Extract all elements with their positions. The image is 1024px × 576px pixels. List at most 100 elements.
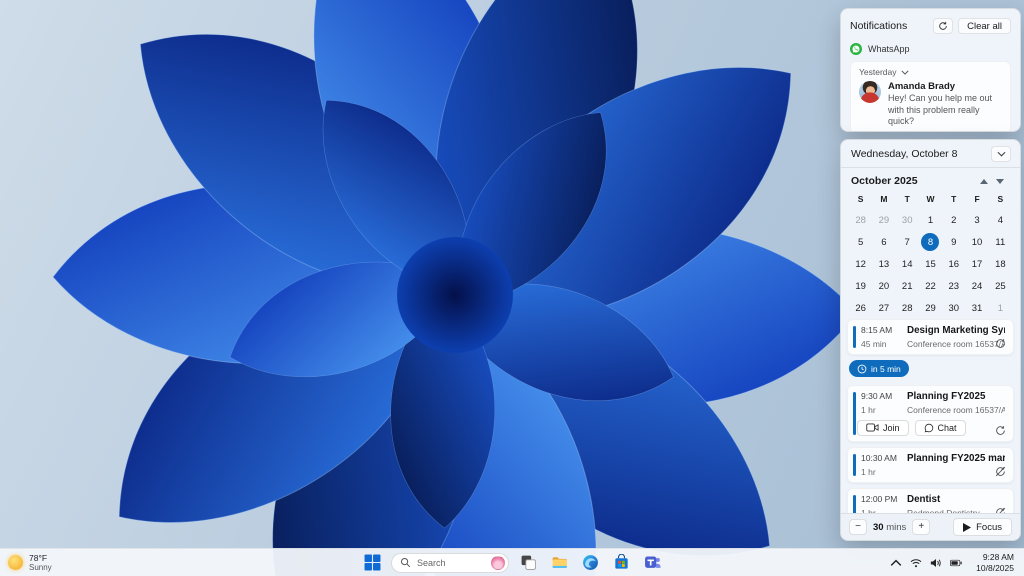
notification-app-group[interactable]: WhatsApp (850, 42, 1011, 55)
tray-wifi-button[interactable] (907, 553, 925, 573)
task-view-icon (520, 554, 537, 571)
duration-decrease-button[interactable]: − (849, 519, 867, 535)
notification-message: Hey! Can you help me out with this probl… (888, 93, 993, 126)
weather-temp: 78°F (29, 552, 48, 563)
calendar-footer: − 30 mins + Focus (841, 513, 1020, 540)
calendar-day[interactable]: 24 (965, 275, 988, 297)
focus-button[interactable]: Focus (953, 518, 1012, 536)
calendar-next-month-button[interactable] (992, 175, 1008, 187)
taskbar-task-view-button[interactable] (516, 551, 540, 575)
taskbar-store-button[interactable] (609, 551, 633, 575)
calendar-day[interactable]: 16 (942, 253, 965, 275)
event-time: 12:00 PM (861, 493, 898, 504)
tray-chevron-up-button[interactable] (887, 553, 905, 573)
calendar-day[interactable]: 5 (849, 231, 872, 253)
chat-button[interactable]: Chat (914, 419, 966, 436)
clear-all-button[interactable]: Clear all (958, 18, 1011, 34)
event-duration: 1 hr (861, 466, 876, 477)
taskbar-teams-button[interactable] (640, 551, 664, 575)
taskbar-weather-widget[interactable]: 78°F Sunny (8, 553, 52, 573)
calendar-day[interactable]: 1 (919, 209, 942, 231)
chat-icon (924, 423, 934, 433)
calendar-day[interactable]: 18 (989, 253, 1012, 275)
reminder-label: in 5 min (871, 363, 901, 374)
calendar-day[interactable]: 20 (872, 275, 895, 297)
calendar-day[interactable]: 11 (989, 231, 1012, 253)
refresh-icon (939, 21, 947, 30)
tray-volume-button[interactable] (927, 553, 945, 573)
play-icon (963, 522, 972, 532)
calendar-prev-month-button[interactable] (976, 175, 992, 187)
event-time: 8:15 AM (861, 325, 893, 335)
duration-increase-button[interactable]: + (912, 519, 931, 535)
notification-settings-button[interactable] (933, 18, 954, 34)
event-location: Conference room 16537/AV (907, 339, 1005, 349)
join-button[interactable]: Join (857, 419, 909, 436)
chevron-up-icon (890, 557, 902, 569)
calendar-day[interactable]: 28 (849, 209, 872, 231)
chevron-down-icon[interactable] (900, 70, 909, 75)
chevron-up-icon (980, 178, 988, 184)
calendar-day[interactable]: 22 (919, 275, 942, 297)
clock-date: 10/8/2025 (976, 562, 1014, 573)
app-group-name: WhatsApp (868, 43, 910, 54)
weekday-label: T (951, 194, 957, 204)
event-time: 9:30 AM (861, 390, 893, 401)
calendar-day[interactable]: 14 (896, 253, 919, 275)
volume-icon (930, 557, 942, 569)
store-icon (613, 554, 630, 571)
start-button[interactable] (360, 551, 384, 575)
focus-label: Focus (976, 521, 1002, 533)
calendar-day[interactable]: 2 (942, 209, 965, 231)
calendar-day-selected[interactable]: 8 (919, 231, 942, 253)
calendar-day[interactable]: 9 (942, 231, 965, 253)
calendar-day[interactable]: 17 (965, 253, 988, 275)
calendar-collapse-button[interactable] (991, 146, 1011, 162)
chevron-down-icon (996, 178, 1004, 184)
reminder-pill[interactable]: in 5 min (849, 360, 909, 377)
event-duration: 1 hr (861, 404, 876, 415)
calendar-day[interactable]: 12 (849, 253, 872, 275)
calendar-day[interactable]: 10 (965, 231, 988, 253)
tray-battery-button[interactable] (947, 553, 965, 573)
calendar-date-header: Wednesday, October 8 (851, 148, 958, 160)
event-duration: 45 min (861, 339, 887, 349)
calendar-day[interactable]: 13 (872, 253, 895, 275)
notification-card[interactable]: Yesterday Amanda Brady Hey! Can you help… (850, 61, 1011, 131)
events-list: 8:15 AM Design Marketing Sync 45 min Confer… (841, 316, 1020, 540)
focus-duration-label: 30 mins (873, 522, 906, 533)
event-title: Planning FY2025 marketing (907, 452, 1005, 464)
weekday-label: M (880, 194, 888, 204)
calendar-day[interactable]: 7 (896, 231, 919, 253)
notification-group-label[interactable]: Yesterday (859, 67, 897, 77)
weekday-label: S (997, 194, 1004, 204)
calendar-day[interactable]: 6 (872, 231, 895, 253)
event-accent-bar (853, 453, 856, 476)
taskbar-edge-button[interactable] (578, 551, 602, 575)
search-placeholder: Search (417, 557, 446, 568)
calendar-day[interactable]: 4 (989, 209, 1012, 231)
calendar-day[interactable]: 15 (919, 253, 942, 275)
avatar (859, 81, 881, 103)
calendar-day[interactable]: 19 (849, 275, 872, 297)
recurrence-icon (995, 336, 1006, 348)
calendar-day[interactable]: 21 (896, 275, 919, 297)
wifi-icon (910, 557, 922, 569)
taskbar-file-explorer-button[interactable] (547, 551, 571, 575)
search-box[interactable]: Search (391, 552, 509, 573)
weekday-label: W (926, 194, 935, 204)
event-card[interactable]: 9:30 AM Planning FY2025 1 hr Conference roo… (847, 384, 1014, 442)
calendar-month-label: October 2025 (851, 175, 918, 187)
taskbar-clock[interactable]: 9:28 AM 10/8/2025 (972, 552, 1018, 573)
calendar-day[interactable]: 30 (896, 209, 919, 231)
teams-icon (644, 554, 661, 571)
calendar-day[interactable]: 29 (872, 209, 895, 231)
calendar-day[interactable]: 3 (965, 209, 988, 231)
search-highlight-image (491, 555, 505, 570)
event-card[interactable]: 10:30 AM Planning FY2025 marketing 1 hr (847, 446, 1014, 483)
recurrence-icon (995, 423, 1006, 435)
calendar-day[interactable]: 25 (989, 275, 1012, 297)
battery-icon (950, 557, 962, 569)
event-card[interactable]: 8:15 AM Design Marketing Sync 45 min Confer… (847, 319, 1014, 355)
calendar-day[interactable]: 23 (942, 275, 965, 297)
